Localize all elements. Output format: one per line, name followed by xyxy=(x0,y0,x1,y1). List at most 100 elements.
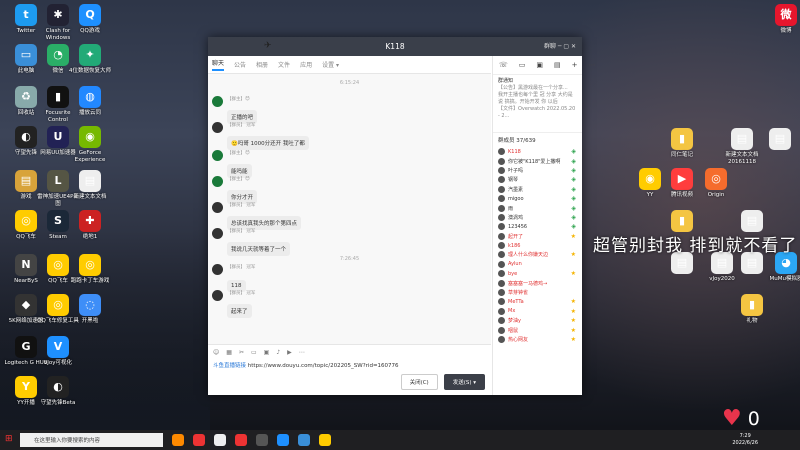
notice-line: 【文件】Overwatch 2022.05.20 - 2... xyxy=(498,106,576,119)
avatar[interactable] xyxy=(212,228,223,239)
member-item[interactable]: k186 xyxy=(493,241,582,250)
member-item[interactable]: 澳涡鸡 ◈ xyxy=(493,213,582,222)
chat-message[interactable]: 【群主】😈 你分才开 xyxy=(212,176,258,204)
chat-message[interactable]: 【群主】😈 正播的吧 xyxy=(212,96,258,124)
window-controls[interactable]: 群聊 ─ ▢ ✕ xyxy=(544,41,576,50)
desktop-icon-doc1[interactable]: ▮ 同仁笔记 xyxy=(660,128,704,159)
screen-share-icon[interactable]: ▣ xyxy=(536,61,543,69)
member-item[interactable]: 草芽钟雀 xyxy=(493,288,582,297)
group-notice[interactable]: 群通知 【公告】黑游戏最在一个分享... 我开主播也每个里 冠 分享 大约是 说… xyxy=(493,75,582,133)
member-item[interactable]: 咽鼠 ★ xyxy=(493,325,582,334)
avatar[interactable] xyxy=(212,122,223,133)
chat-message[interactable]: 【群主】😈 能吗能 xyxy=(212,150,252,178)
avatar[interactable] xyxy=(212,96,223,107)
yy-icon[interactable] xyxy=(319,434,331,446)
chat-history[interactable]: 6:15:24 7:26:45 【群主】😈 正播的吧 【群员】 冠军 🙂吗哥 1000… xyxy=(208,74,491,344)
member-item[interactable]: MeTTa ★ xyxy=(493,297,582,306)
chat-message[interactable]: 【群员】 冠军 118 xyxy=(212,264,255,292)
qq-game-icon: Q xyxy=(79,4,101,26)
mic-icon[interactable]: ♪ xyxy=(276,349,280,356)
emoji-icon[interactable]: ☺ xyxy=(213,349,219,356)
chat-message[interactable]: 【群员】 冠军 我说几天就等着了一个 xyxy=(212,228,291,256)
desktop-icon-mumu[interactable]: ◕ MuMu模拟器 xyxy=(764,252,800,283)
sender-name: 【群主】😈 xyxy=(227,97,250,102)
message-input[interactable]: 斗鱼直播链接 https://www.douyu.com/topic/20220… xyxy=(208,360,491,370)
member-item[interactable]: 热心网友 ★ xyxy=(493,335,582,344)
desktop-icon-origin[interactable]: ◎ Origin xyxy=(694,168,738,199)
member-item[interactable]: 雨 ◈ xyxy=(493,203,582,212)
avatar[interactable] xyxy=(212,176,223,187)
member-item[interactable]: 你它被"K118"爱上撒啊 ◈ xyxy=(493,156,582,165)
chat-message[interactable]: 【群员】 冠军 起来了 xyxy=(212,290,255,318)
desktop-icon-apex[interactable]: ✚ 绝地1 xyxy=(68,210,112,241)
chat-message[interactable]: 【群员】 冠军 🙂吗哥 1000分还开 我吐了都 xyxy=(212,122,309,150)
desktop-icon-folder[interactable]: ▮ 礼物 xyxy=(730,294,774,325)
tab-album[interactable]: 相册 xyxy=(256,60,268,69)
more-icon[interactable]: ⋯ xyxy=(589,61,596,69)
more-icon[interactable]: ⋯ xyxy=(299,349,305,356)
desktop-icon-doc3[interactable]: ▤ xyxy=(758,128,800,152)
video-icon[interactable]: ▶ xyxy=(287,349,292,356)
desktop-icon-qq-chat[interactable]: ◌ 开黑啦 xyxy=(68,294,112,325)
window-titlebar[interactable]: ✈ K118 群聊 ─ ▢ ✕ xyxy=(208,37,582,56)
phone-icon[interactable]: ☏ xyxy=(499,61,508,69)
tab-settings[interactable]: 设置 ▾ xyxy=(322,60,339,69)
desktop-icon-vrtool[interactable]: VvJoy可视化 xyxy=(36,336,80,367)
desktop-icon-yy[interactable]: Y YY开播 xyxy=(4,376,48,407)
explorer-icon[interactable] xyxy=(214,434,226,446)
gif-icon[interactable]: ▦ xyxy=(226,349,232,356)
member-item[interactable]: 理人什么你嫌天边 ★ xyxy=(493,250,582,259)
send-button[interactable]: 发送(S) ▾ xyxy=(443,374,485,390)
tim-icon[interactable] xyxy=(298,434,310,446)
member-item[interactable]: 起开了 ★ xyxy=(493,232,582,241)
member-item[interactable]: K118 ◈ xyxy=(493,147,582,156)
member-list[interactable]: K118 ◈ 你它被"K118"爱上撒啊 ◈ 叶子吗 ◈ 钢琴 ◈ 汽墨素 ◈ migoo ◈ 雨 ◈ 澳涡… xyxy=(493,147,582,344)
close-button[interactable]: 关闭(C) xyxy=(400,374,438,390)
start-icon[interactable]: ⊞ xyxy=(5,434,13,444)
video-call-icon[interactable]: ▭ xyxy=(519,61,526,69)
desktop-icon-cyber[interactable]: ✦ 4位数据恢复大师 xyxy=(68,44,112,75)
message-input-area[interactable]: ☺ ▦ ✂ ▭ ▣ ♪ ▶ ⋯ 斗鱼直播链接 https://www.douyu… xyxy=(208,344,491,395)
tab-apps[interactable]: 应用 xyxy=(300,60,312,69)
taskbar-search[interactable]: 在这里输入你要搜索的内容 xyxy=(20,433,163,447)
add-icon[interactable]: + xyxy=(572,61,578,69)
member-item[interactable]: bye ★ xyxy=(493,269,582,278)
scissors-icon[interactable]: ✂ xyxy=(239,349,244,356)
desktop-icon-kart-update[interactable]: ◎ 跑跑卡丁车游戏 xyxy=(68,254,112,285)
chat-message[interactable]: 【群员】 冠军 总该找真我头的那个第四点 xyxy=(212,202,302,230)
avatar xyxy=(498,260,505,268)
taskbar-clock[interactable]: 7:29 2022/6/26 xyxy=(732,433,758,447)
desktop-icon-geforce[interactable]: ◉ GeForce Experience xyxy=(68,126,112,163)
notice-line: 【公告】黑游戏最在一个分享... xyxy=(498,85,568,91)
avatar[interactable] xyxy=(212,150,223,161)
avatar[interactable] xyxy=(212,202,223,213)
desktop-icon-new-text[interactable]: ▤ 新建文本文档 xyxy=(68,170,112,201)
member-item[interactable]: 123456 ◈ xyxy=(493,222,582,231)
image-icon[interactable]: ▣ xyxy=(264,349,270,356)
member-item[interactable]: Aylun xyxy=(493,260,582,269)
member-item[interactable]: 汽墨素 ◈ xyxy=(493,185,582,194)
avatar[interactable] xyxy=(212,290,223,301)
qq-icon[interactable] xyxy=(277,434,289,446)
member-item[interactable]: 叶子吗 ◈ xyxy=(493,166,582,175)
tab-chat[interactable]: 聊天 xyxy=(212,58,225,71)
member-item[interactable]: migoo ◈ xyxy=(493,194,582,203)
desktop-icon-nelo[interactable]: ◍ 播放云同 xyxy=(68,86,112,117)
member-name: 你它被"K118"爱上撒啊 xyxy=(508,158,561,165)
desktop-icon-weibo[interactable]: 微微博 xyxy=(764,4,800,35)
member-item[interactable]: Mx ★ xyxy=(493,307,582,316)
weibo-icon[interactable] xyxy=(235,434,247,446)
browser-icon[interactable] xyxy=(172,434,184,446)
member-item[interactable]: 塞塞塞一马德鸡→ xyxy=(493,278,582,287)
member-item[interactable]: 钢琴 ◈ xyxy=(493,175,582,184)
tab-files[interactable]: 文件 xyxy=(278,60,290,69)
desktop-icon-label: 跑跑卡丁车游戏 xyxy=(70,278,110,284)
netease-music-icon[interactable] xyxy=(193,434,205,446)
folder-icon[interactable]: ▭ xyxy=(251,349,257,356)
member-item[interactable]: 梦油y ★ xyxy=(493,316,582,325)
file-icon[interactable]: ▤ xyxy=(554,61,561,69)
tab-notice[interactable]: 公告 xyxy=(234,60,246,69)
obs-icon[interactable] xyxy=(256,434,268,446)
desktop-icon-qq-game[interactable]: Q QQ游戏 xyxy=(68,4,112,35)
avatar[interactable] xyxy=(212,264,223,275)
